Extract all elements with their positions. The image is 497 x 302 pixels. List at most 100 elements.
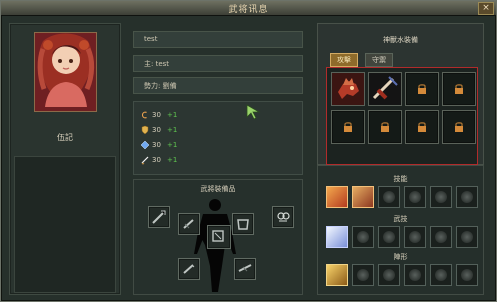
artifact-slot-1[interactable] <box>331 72 365 106</box>
accessory-icon <box>277 212 290 222</box>
empty-slot-icon <box>409 269 421 281</box>
faction-info-bar: 勢力: 劉備 <box>133 77 303 94</box>
formation-title: 陣形 <box>393 253 408 261</box>
lock-icon <box>344 122 352 132</box>
tab-defense[interactable]: 守禦 <box>365 53 393 67</box>
empty-slot-icon <box>435 269 447 281</box>
lord-info-bar: 主: test <box>133 55 303 72</box>
formation-slot-4[interactable] <box>404 264 426 286</box>
weapon-icon <box>152 210 166 224</box>
empty-slot-icon <box>409 191 421 203</box>
empty-slot-icon <box>357 231 369 243</box>
skill-slot-3[interactable] <box>378 186 400 208</box>
empty-slot-icon <box>461 269 473 281</box>
book-icon <box>140 140 150 150</box>
tab-attack[interactable]: 攻擊 <box>330 53 358 67</box>
sword-artifact-icon <box>369 73 401 105</box>
stat-value: 30 <box>152 126 161 134</box>
martial-title: 武技 <box>393 215 408 223</box>
martial-slot-3[interactable] <box>378 226 400 248</box>
skill-slot-6[interactable] <box>456 186 478 208</box>
stat-bonus: +1 <box>167 141 178 149</box>
lock-icon <box>418 122 426 132</box>
boots-icon <box>183 264 195 274</box>
equipment-slot-weapon[interactable] <box>148 206 170 228</box>
lord-info-label: 主: test <box>144 60 170 68</box>
close-button[interactable]: × <box>478 2 494 15</box>
empty-slot-icon <box>383 269 395 281</box>
stat-bonus: +1 <box>167 126 178 134</box>
martial-slot-5[interactable] <box>430 226 452 248</box>
mouse-cursor-icon <box>246 104 261 120</box>
portrait-empty-panel <box>14 156 116 293</box>
general-info-window: 武将讯息 × 伍記 test 主: test 勢力: 劉備 30 +1 30 +… <box>0 0 497 302</box>
formation-slot-1[interactable] <box>326 264 348 286</box>
artifact-equipment-frame <box>326 67 478 165</box>
formation-slot-3[interactable] <box>378 264 400 286</box>
equipment-panel: 武將裝備品 <box>133 179 303 295</box>
empty-slot-icon <box>435 231 447 243</box>
window-titlebar[interactable]: 武将讯息 × <box>1 1 496 16</box>
artifact-title: 神獸水裝備 <box>383 36 418 44</box>
strength-icon <box>142 111 147 119</box>
faction-info-label: 勢力: 劉備 <box>144 82 177 90</box>
equipment-slot-gloves[interactable] <box>178 213 200 235</box>
skill-slot-5[interactable] <box>430 186 452 208</box>
equipment-slot-boots[interactable] <box>178 258 200 280</box>
empty-slot-icon <box>461 231 473 243</box>
artifact-slot-5[interactable] <box>331 110 365 144</box>
martial-slot-2[interactable] <box>352 226 374 248</box>
lock-icon <box>455 84 463 94</box>
formation-slot-2[interactable] <box>352 264 374 286</box>
lock-icon <box>418 84 426 94</box>
martial-slot-6[interactable] <box>456 226 478 248</box>
artifact-slot-2[interactable] <box>368 72 402 106</box>
chest-icon <box>212 230 224 242</box>
artifact-slot-4[interactable] <box>442 72 476 106</box>
sword-icon <box>141 156 149 165</box>
skills-panel: 技能 武技 陣形 <box>317 165 484 295</box>
general-name: 伍記 <box>57 133 73 142</box>
empty-slot-icon <box>383 231 395 243</box>
empty-slot-icon <box>461 191 473 203</box>
equipment-slot-chest[interactable] <box>207 225 231 249</box>
general-portrait <box>34 32 97 112</box>
equipment-slot-accessory[interactable] <box>272 206 294 228</box>
portrait-panel: 伍記 <box>9 23 121 295</box>
artifact-slot-7[interactable] <box>405 110 439 144</box>
stats-panel: 30 +1 30 +1 30 +1 30 +1 <box>133 101 303 175</box>
skill-slot-2[interactable] <box>352 186 374 208</box>
skill-slot-4[interactable] <box>404 186 426 208</box>
stat-bonus: +1 <box>167 111 178 119</box>
equipment-slot-armor[interactable] <box>232 213 254 235</box>
equipment-slot-belt[interactable] <box>234 258 256 280</box>
belt-icon <box>238 264 252 272</box>
equipment-title: 武將裝備品 <box>200 185 236 193</box>
gloves-icon <box>183 219 194 229</box>
artifact-slot-6[interactable] <box>368 110 402 144</box>
skill-slot-1[interactable] <box>326 186 348 208</box>
beast-artifact-icon <box>332 73 364 105</box>
martial-slot-4[interactable] <box>404 226 426 248</box>
martial-slot-1[interactable] <box>326 226 348 248</box>
window-title: 武将讯息 <box>228 5 269 15</box>
stat-bonus: +1 <box>167 156 178 164</box>
stat-value: 30 <box>152 111 161 119</box>
artifact-slot-3[interactable] <box>405 72 439 106</box>
skills-title: 技能 <box>393 175 408 183</box>
armor-icon <box>237 219 249 230</box>
artifact-panel: 神獸水裝備 攻擊 守禦 <box>317 23 484 165</box>
portrait-illustration <box>35 33 96 111</box>
lock-icon <box>455 122 463 132</box>
top-info-bar: test <box>133 31 303 48</box>
empty-slot-icon <box>383 191 395 203</box>
formation-slot-5[interactable] <box>430 264 452 286</box>
empty-slot-icon <box>409 231 421 243</box>
shield-icon <box>141 125 149 135</box>
lock-icon <box>381 122 389 132</box>
stat-value: 30 <box>152 141 161 149</box>
artifact-slot-8[interactable] <box>442 110 476 144</box>
formation-slot-6[interactable] <box>456 264 478 286</box>
top-info-label: test <box>144 35 158 43</box>
empty-slot-icon <box>357 269 369 281</box>
